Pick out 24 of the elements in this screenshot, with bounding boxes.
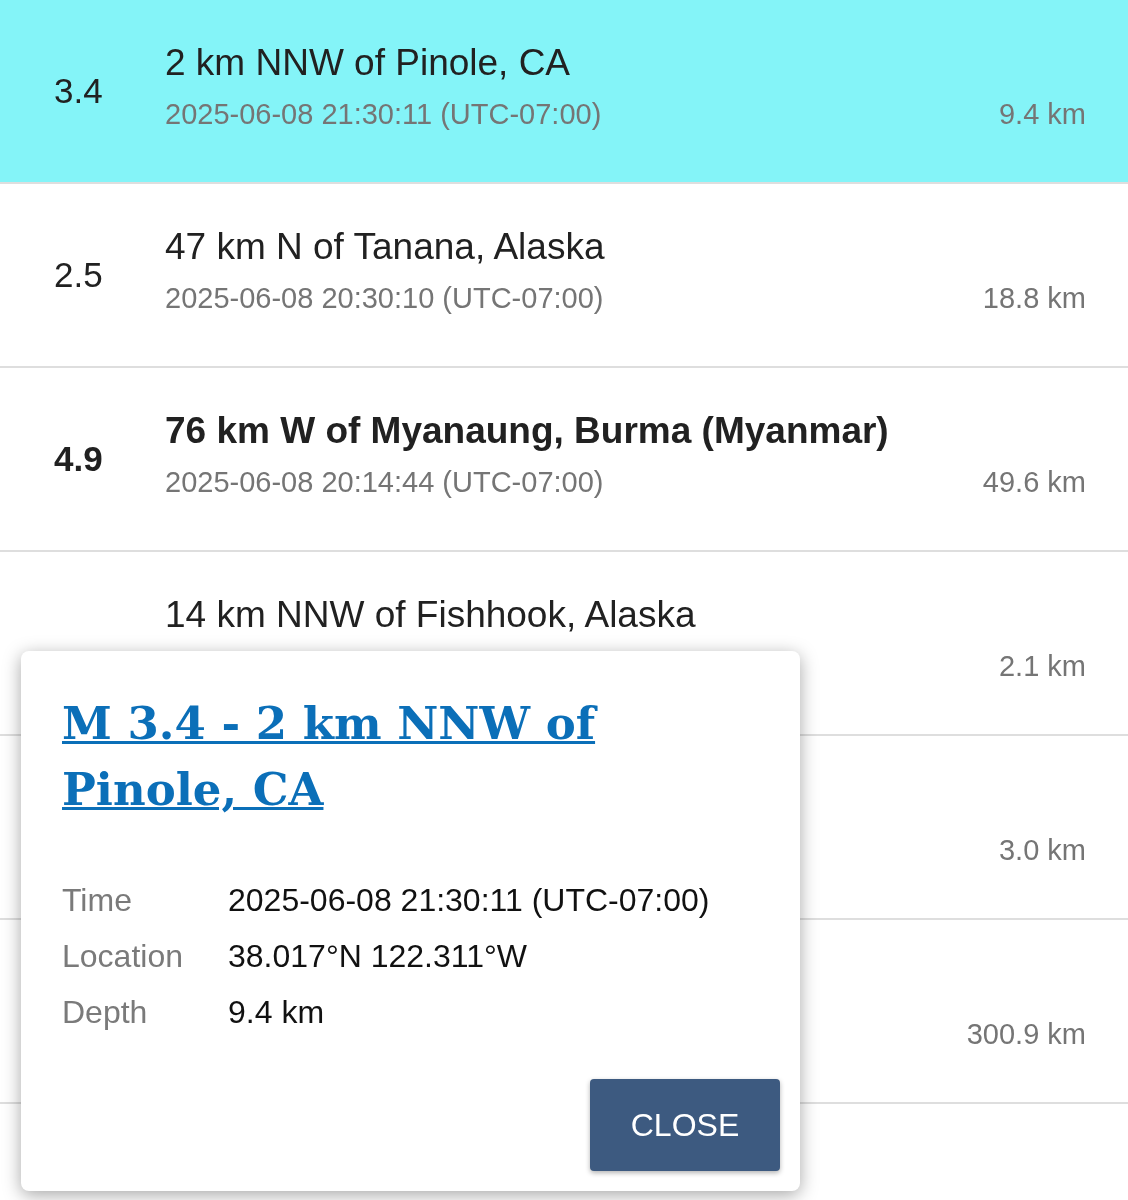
event-row[interactable]: 3.4 2 km NNW of Pinole, CA 2025-06-08 21:30:11 (UTC-07:00) 9.4 km [0, 0, 1128, 184]
detail-label: Location [62, 937, 184, 975]
event-depth: 9.4 km [998, 98, 1086, 131]
event-time: 2025-06-08 21:30:11 (UTC-07:00) [165, 98, 602, 131]
event-place: 76 km W of Myanaung, Burma (Myanmar) [165, 410, 889, 451]
magnitude: 4.9 [54, 439, 103, 479]
event-time: 2025-06-08 20:14:44 (UTC-07:00) [165, 466, 604, 499]
event-depth: 300.9 km [966, 1018, 1086, 1051]
close-button[interactable]: CLOSE [590, 1079, 780, 1171]
detail-label: Depth [62, 993, 149, 1031]
magnitude: 3.4 [54, 71, 103, 111]
detail-value: 38.017°N 122.311°W [228, 937, 528, 975]
magnitude: 2.5 [54, 255, 103, 295]
event-depth: 3.0 km [998, 834, 1086, 867]
event-depth: 18.8 km [982, 282, 1086, 315]
event-place: 2 km NNW of Pinole, CA [165, 42, 571, 83]
event-place: 47 km N of Tanana, Alaska [165, 226, 605, 267]
event-place: 14 km NNW of Fishhook, Alaska [165, 594, 696, 635]
event-time: 2025-06-08 20:30:10 (UTC-07:00) [165, 282, 604, 315]
detail-value: 9.4 km [228, 993, 326, 1031]
event-depth: 49.6 km [982, 466, 1086, 499]
event-depth: 2.1 km [998, 650, 1086, 683]
detail-label: Time [62, 881, 133, 919]
detail-value: 2025-06-08 21:30:11 (UTC-07:00) [228, 881, 711, 919]
